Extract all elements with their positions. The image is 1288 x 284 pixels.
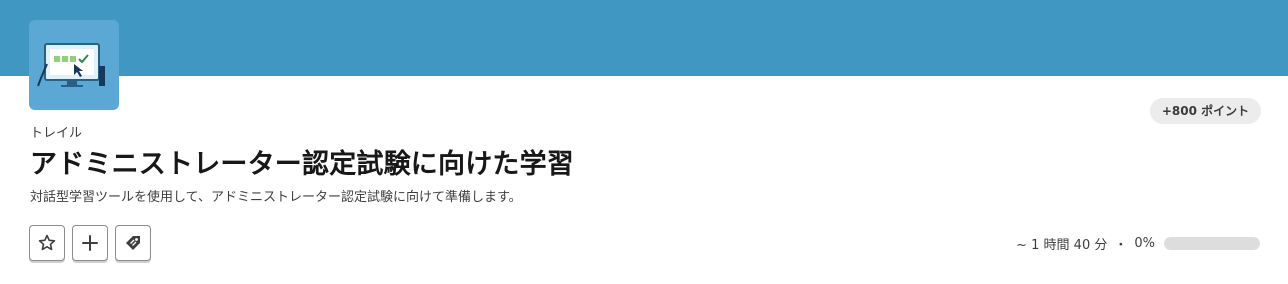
separator-dot: ・ xyxy=(1114,238,1128,253)
duration-text: ~ 1 時間 40 分 xyxy=(1016,238,1108,253)
plus-icon xyxy=(82,235,98,251)
favorite-button[interactable] xyxy=(29,225,65,261)
content-type-label: トレイル xyxy=(30,126,83,141)
trail-icon xyxy=(29,20,119,110)
trail-description: 対話型学習ツールを使用して、アドミニストレーター認定試験に向けて準備します。 xyxy=(30,190,522,205)
progress-percent: 0% xyxy=(1134,236,1155,251)
star-icon xyxy=(38,234,56,251)
tag-button[interactable] xyxy=(115,225,151,261)
tag-icon xyxy=(126,236,140,250)
trail-title: アドミニストレーター認定試験に向けた学習 xyxy=(30,149,574,180)
header-banner xyxy=(0,0,1288,76)
points-badge: +800 ポイント xyxy=(1150,98,1261,124)
action-buttons xyxy=(29,225,151,261)
progress-area: ~ 1 時間 40 分 ・ 0% xyxy=(1016,234,1260,253)
progress-bar xyxy=(1164,237,1260,250)
add-to-collection-button[interactable] xyxy=(72,225,108,261)
